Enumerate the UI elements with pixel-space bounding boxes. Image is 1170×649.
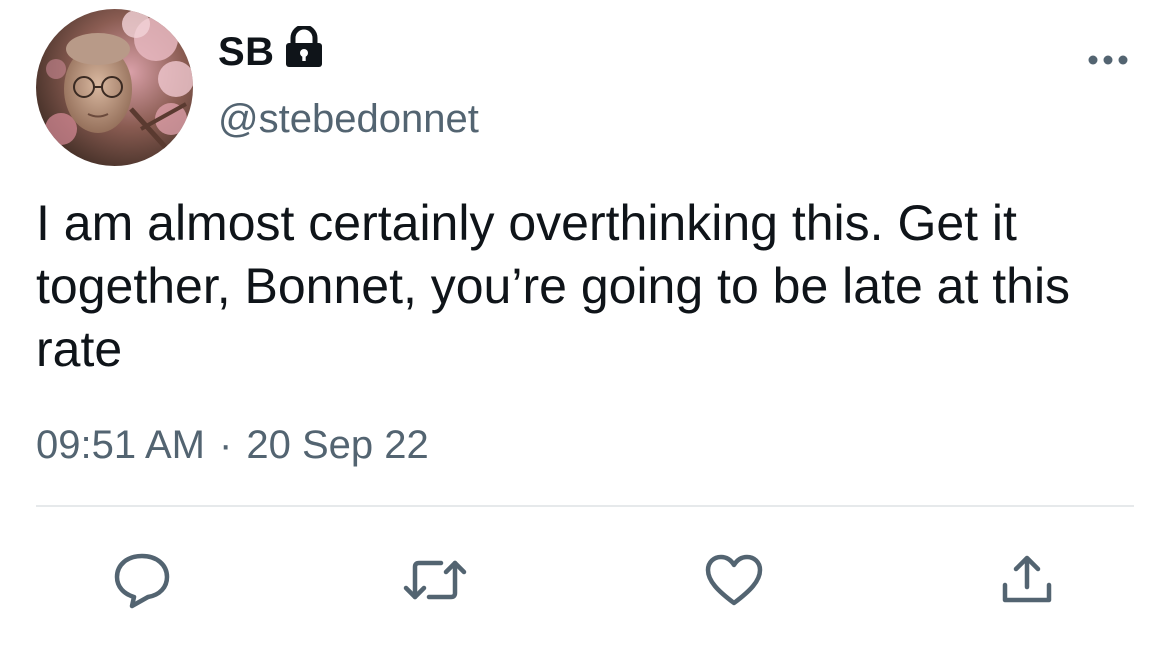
retweet-button[interactable] [403,548,467,612]
reply-button[interactable] [110,548,174,612]
display-name[interactable]: SB [218,28,275,76]
tweet-date: 20 Sep 22 [246,423,429,467]
tweet-time: 09:51 AM [36,423,206,467]
timestamp[interactable]: 09:51 AM · 20 Sep 22 [36,420,429,470]
tweet: SB @stebedonnet I am almost certainly ov… [0,0,1170,649]
timestamp-separator: · [219,423,233,467]
share-button[interactable] [995,548,1059,612]
heart-icon [704,553,764,607]
more-icon[interactable] [1086,50,1130,70]
author-handle[interactable]: @stebedonnet [218,95,479,143]
share-icon [999,553,1055,607]
avatar[interactable] [36,9,193,166]
tweet-text: I am almost certainly overthinking this.… [36,195,1071,377]
reply-icon [112,551,172,609]
divider [36,505,1134,507]
like-button[interactable] [702,548,766,612]
lock-icon [284,24,324,68]
retweet-icon [403,557,467,603]
